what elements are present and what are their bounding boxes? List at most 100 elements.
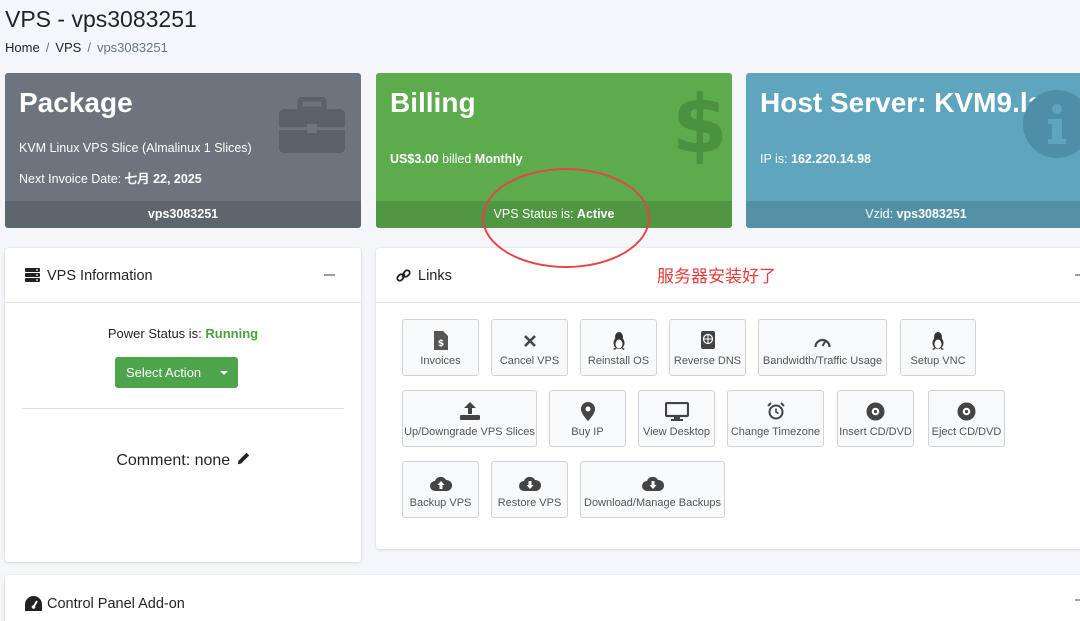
link-label: Change Timezone — [730, 426, 821, 438]
link-label: Restore VPS — [497, 497, 562, 509]
link-download-backups[interactable]: Download/Manage Backups — [580, 461, 725, 518]
collapse-icon[interactable] — [324, 274, 335, 276]
breadcrumb-home[interactable]: Home — [5, 40, 40, 55]
link-label: View Desktop — [642, 426, 711, 438]
link-reinstall-os[interactable]: Reinstall OS — [580, 319, 657, 376]
upload-icon — [403, 402, 536, 420]
globe-book-icon — [670, 331, 745, 349]
breadcrumb: Home / VPS / vps3083251 — [5, 40, 168, 55]
vzid-value: vps3083251 — [896, 207, 967, 221]
host-ip-value: 162.220.14.98 — [791, 152, 871, 166]
link-label: Bandwidth/Traffic Usage — [762, 355, 883, 367]
links-card: Links $ Invoices Cancel VPS Reinstall OS… — [376, 248, 1080, 549]
link-label: Insert CD/DVD — [839, 426, 912, 438]
power-status-label: Power Status is: — [107, 326, 206, 341]
billing-cycle: Monthly — [474, 152, 523, 166]
pencil-icon[interactable] — [237, 452, 250, 470]
breadcrumb-separator: / — [87, 40, 91, 55]
host-ip-line: IP is: 162.220.14.98 — [760, 152, 871, 166]
divider — [22, 408, 344, 409]
power-status: Power Status is: Running — [5, 326, 361, 341]
map-marker-icon — [550, 402, 625, 421]
link-cancel-vps[interactable]: Cancel VPS — [491, 319, 568, 376]
control-panel-addon-card: Control Panel Add-on — [5, 575, 1080, 621]
link-label: Reverse DNS — [673, 355, 742, 367]
cloud-download-icon — [492, 476, 567, 491]
vps-information-header: VPS Information — [5, 248, 361, 303]
caret-down-icon — [220, 370, 228, 375]
collapse-icon[interactable] — [1075, 274, 1080, 276]
package-box: Package KVM Linux VPS Slice (Almalinux 1… — [5, 73, 361, 228]
billing-line: US$3.00 billed Monthly — [390, 152, 523, 166]
link-label: Buy IP — [571, 426, 604, 438]
annotation-text: 服务器安装好了 — [657, 267, 776, 286]
breadcrumb-vps[interactable]: VPS — [55, 40, 81, 55]
disc-icon — [838, 402, 913, 421]
server-icon — [25, 268, 40, 287]
link-label: Up/Downgrade VPS Slices — [404, 426, 535, 438]
link-eject-cd[interactable]: Eject CD/DVD — [928, 390, 1005, 447]
link-icon — [396, 268, 411, 288]
package-title: Package — [19, 87, 133, 118]
link-label: Backup VPS — [409, 497, 472, 509]
link-insert-cd[interactable]: Insert CD/DVD — [837, 390, 914, 447]
package-footer-text: vps3083251 — [147, 207, 219, 221]
next-invoice-date: 七月 22, 2025 — [124, 172, 202, 186]
comment-line: Comment: none — [5, 452, 361, 470]
control-panel-addon-title: Control Panel Add-on — [47, 596, 185, 612]
link-label: Reinstall OS — [587, 355, 650, 367]
link-bandwidth[interactable]: Bandwidth/Traffic Usage — [758, 319, 887, 376]
billing-billed-text: billed — [438, 152, 475, 166]
link-buy-ip[interactable]: Buy IP — [549, 390, 626, 447]
info-icon — [1022, 89, 1080, 164]
host-footer[interactable]: Vzid: vps3083251 — [746, 201, 1080, 228]
comment-text: Comment: none — [116, 452, 231, 470]
link-view-desktop[interactable]: View Desktop — [638, 390, 715, 447]
power-status-value: Running — [205, 326, 259, 341]
link-label: Eject CD/DVD — [931, 426, 1002, 438]
next-invoice-line: Next Invoice Date: 七月 22, 2025 — [19, 168, 202, 187]
links-title: Links — [418, 268, 452, 284]
package-plan: KVM Linux VPS Slice (Almalinux 1 Slices) — [19, 141, 252, 155]
vps-information-card: VPS Information Power Status is: Running… — [5, 248, 361, 562]
alarm-clock-icon — [728, 402, 823, 420]
svg-text:$: $ — [437, 339, 443, 349]
package-footer[interactable]: vps3083251 — [5, 201, 361, 228]
link-label: Cancel VPS — [499, 355, 560, 367]
link-setup-vnc[interactable]: Setup VNC — [900, 319, 976, 376]
vzid-label: Vzid: — [865, 207, 897, 221]
vps-information-title: VPS Information — [47, 268, 153, 284]
briefcase-icon — [277, 96, 347, 160]
billing-amount: US$3.00 — [390, 152, 439, 166]
dollar-icon: $ — [672, 78, 728, 171]
annotation-ellipse — [482, 168, 650, 268]
link-backup-vps[interactable]: Backup VPS — [402, 461, 479, 518]
invoice-icon: $ — [403, 331, 478, 350]
collapse-icon[interactable] — [1075, 599, 1080, 601]
gauge-icon — [759, 335, 886, 349]
select-action-label: Select Action — [126, 365, 202, 380]
disc-icon — [929, 402, 1004, 421]
select-action-dropdown[interactable]: Select Action — [115, 357, 238, 388]
link-label: Download/Manage Backups — [584, 497, 721, 509]
link-label: Setup VNC — [910, 355, 966, 367]
host-ip-label: IP is: — [760, 152, 792, 166]
page-title: VPS - vps3083251 — [5, 6, 197, 32]
link-up-downgrade[interactable]: Up/Downgrade VPS Slices — [402, 390, 537, 447]
link-label: Invoices — [420, 355, 461, 367]
breadcrumb-current: vps3083251 — [96, 40, 168, 55]
link-restore-vps[interactable]: Restore VPS — [491, 461, 568, 518]
link-reverse-dns[interactable]: Reverse DNS — [669, 319, 746, 376]
link-invoices[interactable]: $ Invoices — [402, 319, 479, 376]
breadcrumb-separator: / — [45, 40, 50, 55]
linux-icon — [901, 331, 975, 350]
cloud-download-icon — [581, 476, 724, 491]
link-change-timezone[interactable]: Change Timezone — [727, 390, 824, 447]
tachometer-icon — [25, 596, 42, 616]
cloud-upload-icon — [403, 476, 478, 491]
billing-title: Billing — [390, 87, 476, 118]
desktop-icon — [639, 402, 714, 421]
next-invoice-label: Next Invoice Date: — [19, 172, 125, 186]
linux-icon — [581, 331, 656, 350]
close-icon — [492, 334, 567, 348]
